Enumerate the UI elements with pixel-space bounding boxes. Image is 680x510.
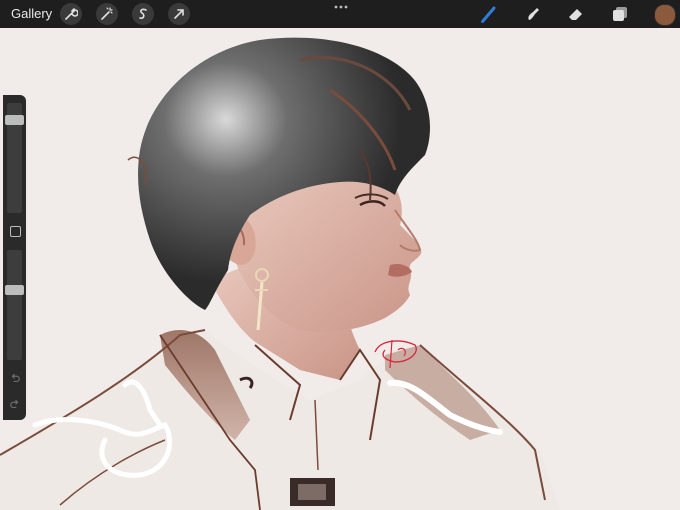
actions-button[interactable] xyxy=(60,3,82,25)
left-sidebar xyxy=(3,95,26,420)
transform-button[interactable] xyxy=(168,3,190,25)
magic-wand-icon xyxy=(101,7,113,20)
portrait-artwork xyxy=(0,28,680,510)
layers-icon xyxy=(613,7,627,21)
brush-icon xyxy=(481,6,496,23)
more-options-icon[interactable] xyxy=(333,2,349,12)
color-picker-swatch[interactable] xyxy=(654,4,676,26)
brush-tool-button[interactable] xyxy=(479,4,499,24)
undo-button[interactable] xyxy=(8,371,22,385)
layers-button[interactable] xyxy=(610,4,630,24)
wrench-icon xyxy=(65,8,78,20)
redo-arrow-icon xyxy=(10,399,19,409)
top-toolbar: Gallery xyxy=(0,0,680,28)
opacity-slider-thumb[interactable] xyxy=(5,285,24,295)
smudge-tool-button[interactable] xyxy=(523,4,543,24)
eraser-tool-button[interactable] xyxy=(566,4,586,24)
gallery-button[interactable]: Gallery xyxy=(11,6,52,21)
smudge-icon xyxy=(528,8,539,20)
adjustments-button[interactable] xyxy=(96,3,118,25)
modify-button[interactable] xyxy=(10,226,21,237)
drawing-canvas[interactable] xyxy=(0,28,680,510)
eraser-icon xyxy=(569,9,582,20)
brush-size-slider-thumb[interactable] xyxy=(5,115,24,125)
selection-button[interactable] xyxy=(132,3,154,25)
opacity-slider[interactable] xyxy=(7,250,22,360)
selection-icon xyxy=(139,8,147,19)
redo-button[interactable] xyxy=(8,397,22,411)
transform-arrow-icon xyxy=(174,9,184,19)
undo-arrow-icon xyxy=(11,373,20,383)
